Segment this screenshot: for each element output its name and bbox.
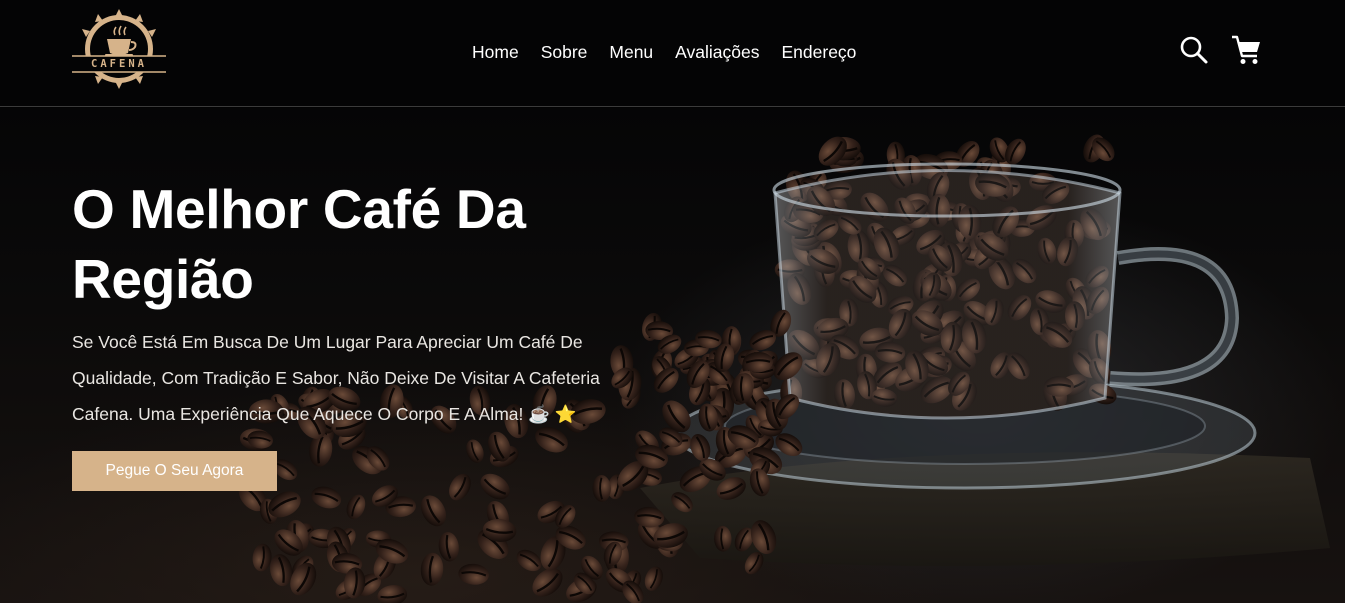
- logo-text: CAFENA: [91, 58, 147, 70]
- logo-badge-icon: [72, 9, 166, 89]
- nav-endereco[interactable]: Endereço: [782, 40, 857, 64]
- cart-button[interactable]: [1230, 34, 1264, 68]
- site-header: CAFENA Home Sobre Menu Avaliações Endere…: [0, 0, 1345, 107]
- nav-sobre[interactable]: Sobre: [541, 40, 588, 64]
- main-nav: Home Sobre Menu Avaliações Endereço: [472, 40, 856, 64]
- cart-icon: [1232, 35, 1260, 64]
- nav-menu[interactable]: Menu: [609, 40, 653, 64]
- search-icon: [1180, 36, 1208, 64]
- hero-title: O Melhor Café Da Região: [72, 178, 526, 310]
- hero-section: O Melhor Café Da Região Se Você Está Em …: [0, 108, 1345, 603]
- search-button[interactable]: [1178, 34, 1212, 68]
- cafena-logo[interactable]: CAFENA: [70, 9, 168, 89]
- nav-home[interactable]: Home: [472, 40, 519, 64]
- nav-avaliacoes[interactable]: Avaliações: [675, 40, 759, 64]
- hero-description: Se Você Está Em Busca De Um Lugar Para A…: [72, 332, 600, 424]
- cta-button[interactable]: Pegue O Seu Agora: [72, 451, 277, 491]
